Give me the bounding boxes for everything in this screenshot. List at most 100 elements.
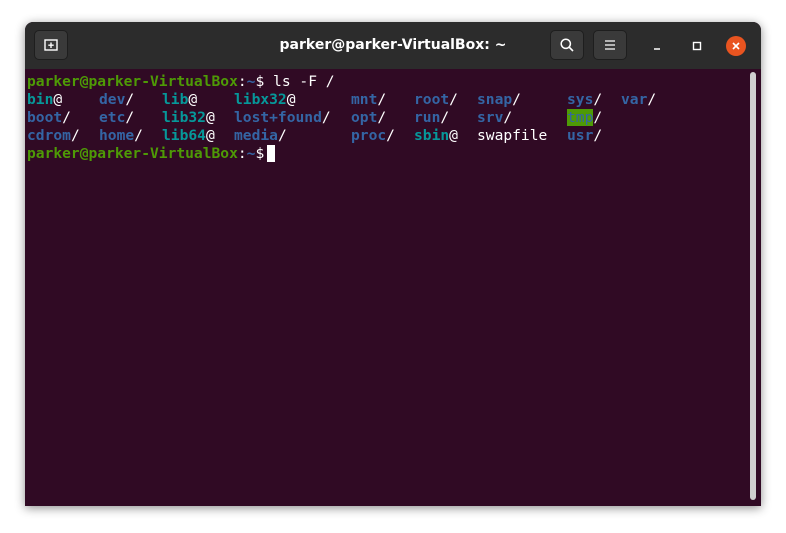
entry-name: tmp xyxy=(567,109,594,126)
entry-name: bin xyxy=(27,91,54,108)
entry-srv: srv/ xyxy=(477,109,512,127)
title-bar[interactable]: parker@parker-VirtualBox: ~ xyxy=(25,22,761,69)
entry-sys: sys/ xyxy=(567,91,602,109)
entry-name: opt xyxy=(351,109,378,126)
entry-lib64: lib64@ xyxy=(162,127,215,145)
entry-suffix: / xyxy=(647,91,657,108)
entry-proc: proc/ xyxy=(351,127,395,145)
terminal-window: parker@parker-VirtualBox: ~ parker@parke… xyxy=(25,22,761,506)
entry-name: usr xyxy=(567,127,594,144)
entry-name: srv xyxy=(477,109,504,126)
search-icon xyxy=(560,38,574,52)
entry-media: media/ xyxy=(234,127,287,145)
prompt-user-host: parker@parker-VirtualBox xyxy=(27,73,238,90)
entry-root: root/ xyxy=(414,91,458,109)
entry-tmp: tmp/ xyxy=(567,109,602,127)
entry-suffix: / xyxy=(593,91,603,108)
entry-suffix: / xyxy=(70,127,80,144)
entry-suffix: / xyxy=(386,127,395,144)
entry-mnt: mnt/ xyxy=(351,91,386,109)
menu-button[interactable] xyxy=(593,30,627,60)
entry-name: mnt xyxy=(351,91,378,108)
listing-row: boot/ etc/ lib32@ lost+found/ opt/ run/ … xyxy=(27,109,747,127)
entry-suffix: / xyxy=(512,91,521,108)
scrollbar[interactable] xyxy=(750,72,756,500)
text-cursor xyxy=(267,145,276,162)
entry-lib: lib@ xyxy=(162,91,197,109)
entry-suffix: @ xyxy=(286,91,296,108)
prompt-line: parker@parker-VirtualBox:~$ ls -F / xyxy=(27,73,747,91)
close-button[interactable] xyxy=(726,36,746,56)
entry-name: lib xyxy=(162,91,189,108)
prompt-dollar: $ xyxy=(255,145,265,162)
entry-bin: bin@ xyxy=(27,91,62,109)
entry-snap: snap/ xyxy=(477,91,521,109)
entry-suffix: / xyxy=(377,91,387,108)
entry-suffix: / xyxy=(125,91,135,108)
prompt-user-host: parker@parker-VirtualBox xyxy=(27,145,238,162)
prompt-line: parker@parker-VirtualBox:~$ xyxy=(27,145,747,163)
entry-suffix: / xyxy=(62,109,71,126)
entry-suffix: / xyxy=(503,109,513,126)
minimize-button[interactable] xyxy=(647,36,667,56)
entry-home: home/ xyxy=(99,127,143,145)
entry-name: libx32 xyxy=(234,91,287,108)
entry-name: lib32 xyxy=(162,109,206,126)
entry-libx32: libx32@ xyxy=(234,91,296,109)
entry-sbin: sbin@ xyxy=(414,127,458,145)
entry-cdrom: cdrom/ xyxy=(27,127,80,145)
entry-lost-found: lost+found/ xyxy=(234,109,331,127)
entry-name: lib64 xyxy=(162,127,206,144)
entry-name: sys xyxy=(567,91,594,108)
entry-name: swapfile xyxy=(477,127,548,144)
entry-suffix: / xyxy=(125,109,135,126)
prompt-dollar: $ xyxy=(255,73,274,90)
entry-name: cdrom xyxy=(27,127,71,144)
minimize-icon xyxy=(654,48,660,50)
entry-name: snap xyxy=(477,91,513,108)
prompt-colon: : xyxy=(237,73,247,90)
entry-suffix: @ xyxy=(205,127,215,144)
entry-suffix: / xyxy=(593,127,603,144)
maximize-icon xyxy=(692,41,702,51)
new-tab-icon xyxy=(44,39,58,51)
entry-name: dev xyxy=(99,91,126,108)
entry-suffix: / xyxy=(321,109,331,126)
entry-swapfile: swapfile xyxy=(477,127,547,145)
hamburger-menu-icon xyxy=(605,40,615,50)
close-icon xyxy=(732,42,740,50)
entry-name: etc xyxy=(99,109,126,126)
entry-run: run/ xyxy=(414,109,449,127)
entry-name: root xyxy=(414,91,450,108)
entry-lib32: lib32@ xyxy=(162,109,215,127)
new-tab-button[interactable] xyxy=(34,30,68,60)
entry-name: media xyxy=(234,127,278,144)
entry-suffix: @ xyxy=(449,127,458,144)
command-text: ls -F / xyxy=(273,73,335,90)
entry-name: proc xyxy=(351,127,387,144)
entry-suffix: / xyxy=(440,109,450,126)
entry-name: home xyxy=(99,127,135,144)
entry-boot: boot/ xyxy=(27,109,71,127)
entry-suffix: @ xyxy=(53,91,63,108)
entry-etc: etc/ xyxy=(99,109,134,127)
prompt-colon: : xyxy=(237,145,247,162)
entry-dev: dev/ xyxy=(99,91,134,109)
entry-suffix: / xyxy=(377,109,387,126)
entry-name: sbin xyxy=(414,127,450,144)
listing-row: bin@ dev/ lib@ libx32@ mnt/ root/ snap/ … xyxy=(27,91,747,109)
entry-name: boot xyxy=(27,109,63,126)
terminal-output[interactable]: parker@parker-VirtualBox:~$ ls -F / bin@… xyxy=(27,73,747,503)
listing-row: cdrom/ home/ lib64@ media/ proc/ sbin@ s… xyxy=(27,127,747,145)
entry-suffix: @ xyxy=(205,109,215,126)
entry-suffix: / xyxy=(134,127,143,144)
entry-suffix: / xyxy=(449,91,458,108)
entry-suffix: / xyxy=(593,109,603,126)
entry-name: run xyxy=(414,109,441,126)
maximize-button[interactable] xyxy=(687,36,707,56)
search-button[interactable] xyxy=(550,30,584,60)
entry-opt: opt/ xyxy=(351,109,386,127)
entry-name: lost+found xyxy=(234,109,322,126)
entry-usr: usr/ xyxy=(567,127,602,145)
entry-suffix: @ xyxy=(188,91,198,108)
